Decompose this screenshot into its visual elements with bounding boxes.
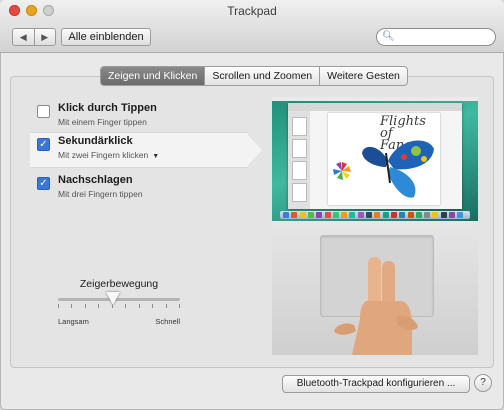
slider-tick [166, 304, 167, 308]
dock-app-icon [382, 212, 389, 218]
option-look-up[interactable]: ✓ Nachschlagen Mit drei Fingern tippen [30, 172, 248, 206]
secondary-click-popup[interactable]: Mit zwei Fingern klicken ▼ [58, 150, 159, 160]
dock-app-icon [291, 212, 298, 218]
search-field[interactable]: 🔍︎ [376, 28, 496, 46]
option-label: Nachschlagen [58, 174, 133, 186]
hand-illustration [334, 257, 418, 355]
tab-scroll-and-zoom[interactable]: Scrollen und Zoomen [204, 67, 319, 85]
option-label: Klick durch Tippen [58, 102, 157, 114]
dock-app-icon [341, 212, 348, 218]
search-input[interactable] [395, 30, 489, 43]
slider-tick [85, 304, 86, 308]
gesture-preview-video: Flights of Fancy [272, 97, 478, 355]
tracking-speed-label: Zeigerbewegung [79, 278, 159, 290]
tab-bar: Zeigen und Klicken Scrollen und Zoomen W… [100, 66, 408, 86]
dock-app-icon [407, 212, 414, 218]
window-title: Trackpad [227, 4, 277, 18]
option-tap-to-click[interactable]: Klick durch Tippen Mit einem Finger tipp… [30, 100, 248, 134]
title-bar: Trackpad ◀ ▶ Alle einblenden 🔍︎ [0, 0, 504, 53]
preferences-window: Trackpad ◀ ▶ Alle einblenden 🔍︎ Zeigen u… [0, 0, 504, 410]
dock-app-icon [374, 212, 381, 218]
dock-app-icon [449, 212, 455, 218]
dock-app-icon [357, 212, 364, 218]
slider-min-label: Langsam [58, 317, 89, 326]
dock-app-icon [399, 212, 406, 218]
dock-app-icon [432, 212, 439, 218]
dock-app-icon [332, 212, 339, 218]
chevron-right-icon[interactable]: ▶ [33, 29, 56, 45]
tab-point-and-click[interactable]: Zeigen und Klicken [101, 67, 205, 85]
dock-app-icon [424, 212, 431, 218]
option-label: Sekundärklick [58, 135, 133, 147]
slider-tick [152, 304, 153, 308]
slider-tick [71, 304, 72, 308]
back-forward-control: ◀ ▶ [12, 28, 56, 46]
show-all-button[interactable]: Alle einblenden [61, 28, 151, 46]
dock-app-icon [440, 212, 447, 218]
slider-tick [58, 304, 59, 308]
dock-app-icon [366, 212, 372, 218]
dock-app-icon [299, 212, 306, 218]
configure-bluetooth-trackpad-button[interactable]: Bluetooth-Trackpad konfigurieren ... [282, 375, 470, 393]
document-window: Flights of Fancy [288, 103, 462, 209]
menu-bar [272, 97, 478, 101]
dock-app-icon [390, 212, 397, 218]
tap-to-click-checkbox[interactable] [37, 105, 50, 118]
dock-app-icon [457, 212, 464, 218]
butterfly-illustration [333, 140, 434, 198]
help-button[interactable]: ? [474, 374, 492, 392]
dock-app-icon [349, 212, 356, 218]
option-description: Mit drei Fingern tippen [58, 189, 143, 199]
dock-app-icon [415, 212, 422, 218]
dock-app-icon [307, 212, 314, 218]
dock-app-icon [316, 212, 323, 218]
search-icon: 🔍︎ [382, 31, 395, 42]
page-thumbnails [288, 111, 310, 209]
option-secondary-click[interactable]: ✓ Sekundärklick Mit zwei Fingern klicken… [30, 132, 262, 168]
option-description: Mit einem Finger tippen [58, 117, 147, 127]
dock-app-icon [324, 212, 331, 218]
secondary-click-checkbox[interactable]: ✓ [37, 138, 50, 151]
tab-more-gestures[interactable]: Weitere Gesten [319, 67, 407, 85]
preview-screen: Flights of Fancy [272, 97, 478, 221]
chevron-left-icon[interactable]: ◀ [13, 29, 34, 45]
trackpad-area [272, 221, 478, 355]
toolbar [288, 103, 462, 111]
slider-tick [125, 304, 126, 308]
dock-app-icon [283, 212, 289, 218]
document-page: Flights of Fancy [328, 113, 440, 205]
look-up-checkbox[interactable]: ✓ [37, 177, 50, 190]
slider-tick [98, 304, 99, 308]
dock [280, 211, 470, 219]
chevron-down-icon: ▼ [152, 153, 160, 160]
slider-tick [139, 304, 140, 308]
slider-tick [179, 304, 180, 308]
slider-knob[interactable] [106, 292, 120, 305]
slider-max-label: Schnell [155, 317, 180, 326]
